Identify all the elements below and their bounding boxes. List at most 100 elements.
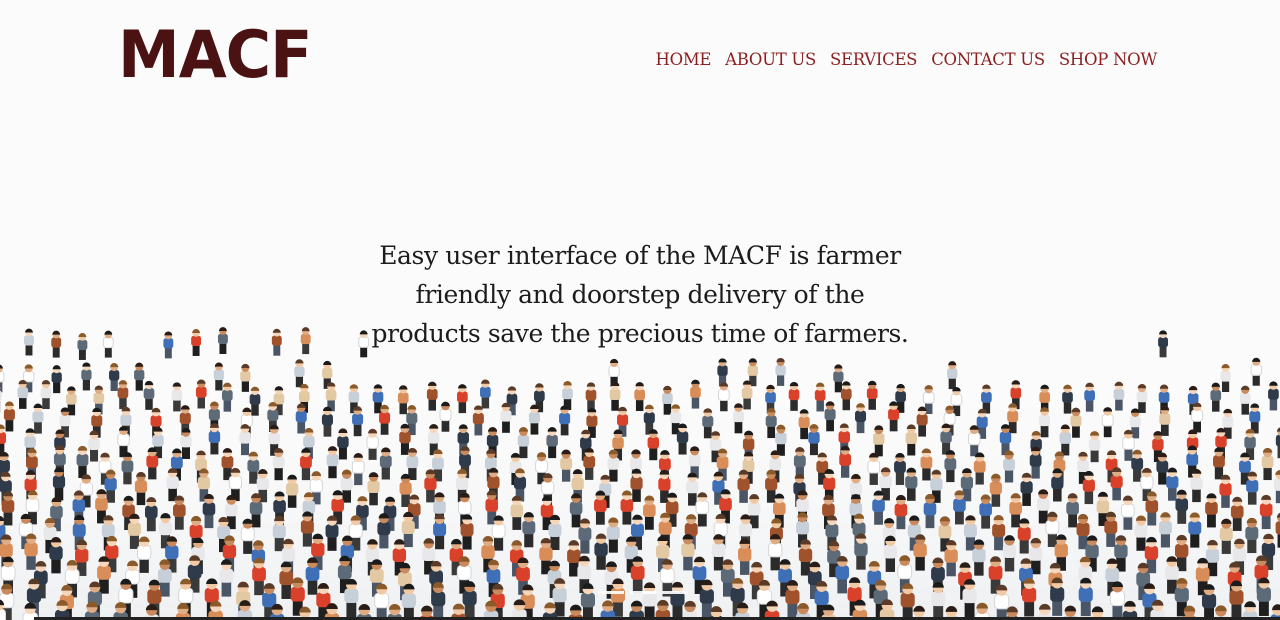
crowd-person — [798, 409, 810, 440]
crowd-person — [913, 534, 927, 571]
crowd-person — [252, 557, 266, 596]
crowd-person — [835, 556, 850, 594]
crowd-person — [1022, 578, 1037, 617]
crowd-person — [1110, 467, 1123, 501]
nav-contact-us-link[interactable]: CONTACT US — [931, 50, 1045, 69]
crowd-person — [1201, 584, 1217, 620]
crowd-person — [944, 449, 957, 483]
crowd-person — [1158, 512, 1172, 548]
crowd-person — [240, 363, 251, 392]
crowd-person — [240, 518, 255, 554]
crowd-person — [866, 380, 878, 410]
macf-logo[interactable]: MACF — [118, 22, 313, 87]
crowd-person — [662, 385, 673, 415]
crowd-person — [340, 469, 353, 503]
crowd-person — [134, 362, 145, 391]
crowd-person — [620, 490, 634, 525]
crowd-person — [775, 357, 786, 386]
crowd-person — [947, 361, 958, 390]
nav-services-link[interactable]: SERVICES — [830, 50, 918, 69]
crowd-person — [1190, 468, 1203, 503]
crowd-person — [940, 423, 952, 455]
crowd-person — [992, 515, 1006, 551]
crowd-person — [1175, 489, 1189, 524]
crowd-person — [676, 423, 689, 455]
crowd-person — [560, 449, 573, 482]
crowd-person — [873, 425, 885, 457]
nav-about-us-link[interactable]: ABOUT US — [725, 50, 816, 69]
crowd-person — [1188, 512, 1202, 548]
crowd-person — [681, 534, 695, 571]
crowd-person — [109, 363, 120, 391]
crowd-person — [690, 379, 701, 409]
crowd-person — [634, 381, 646, 411]
crowd-person — [953, 490, 966, 525]
crowd-person — [522, 512, 536, 548]
crowd-person — [271, 328, 282, 356]
crowd-person — [1029, 446, 1042, 479]
crowd-person — [517, 427, 530, 459]
crowd-person — [1166, 467, 1179, 501]
main-nav: HOME ABOUT US SERVICES CONTACT US SHOP N… — [656, 50, 1158, 69]
crowd-person — [1246, 471, 1259, 505]
crowd-person — [643, 495, 656, 530]
crowd-person — [1017, 518, 1031, 554]
crowd-person — [1003, 450, 1015, 483]
crowd-person — [854, 533, 868, 570]
crowd-person — [217, 327, 228, 354]
slider-dot-1[interactable] — [598, 591, 624, 594]
crowd-person — [894, 452, 906, 485]
crowd-person — [208, 423, 221, 455]
crowd-person — [883, 535, 898, 572]
crowd-person — [81, 362, 92, 391]
crowd-person — [77, 333, 88, 360]
crowd-person — [1229, 580, 1244, 619]
crowd-person — [1051, 468, 1064, 502]
slider-dot-2[interactable] — [630, 591, 656, 594]
crowd-person — [1259, 494, 1273, 530]
crowd-person — [367, 472, 380, 506]
crowd-person — [559, 405, 571, 436]
crowd-person — [840, 381, 852, 411]
crowd-person — [630, 556, 645, 594]
crowd-person — [1145, 491, 1159, 526]
crowd-person — [765, 407, 777, 439]
crowd-person — [944, 539, 958, 577]
crowd-person — [219, 559, 234, 597]
crowd-person — [191, 329, 202, 356]
crowd-person — [300, 327, 311, 355]
crowd-person — [808, 424, 820, 456]
crowd-person — [472, 405, 484, 436]
crowd-person — [578, 518, 592, 554]
nav-shop-now-link[interactable]: SHOP NOW — [1059, 50, 1157, 69]
crowd-person — [145, 497, 158, 532]
crowd-person — [295, 403, 307, 434]
crowd-person — [788, 381, 800, 411]
crowd-person — [1082, 470, 1095, 505]
crowd-person — [1219, 518, 1233, 554]
crowd-person — [717, 358, 728, 387]
crowd-person — [1066, 493, 1079, 528]
crowd-person — [1078, 577, 1093, 617]
crowd-person — [127, 513, 141, 549]
nav-home-link[interactable]: HOME — [656, 50, 712, 69]
crowd-person — [173, 495, 186, 530]
crowd-person — [609, 381, 621, 411]
crowd-person — [718, 382, 730, 412]
crowd-person — [102, 330, 114, 358]
crowd-person — [973, 452, 986, 485]
crowd-person — [968, 425, 981, 457]
crowd-person — [872, 490, 885, 525]
crowd-person — [1121, 495, 1135, 530]
crowd-person — [747, 494, 761, 529]
slider-dot-3[interactable] — [662, 591, 688, 594]
crowd-person — [1230, 496, 1244, 531]
crowd-person — [920, 448, 933, 481]
crowd-person — [738, 538, 752, 575]
crowd-person — [1109, 581, 1125, 620]
crowd-person — [867, 452, 881, 485]
crowd-person — [972, 539, 986, 576]
crowd-person — [585, 382, 597, 412]
crowd-person — [163, 331, 174, 359]
slider-indicators[interactable] — [598, 591, 688, 594]
